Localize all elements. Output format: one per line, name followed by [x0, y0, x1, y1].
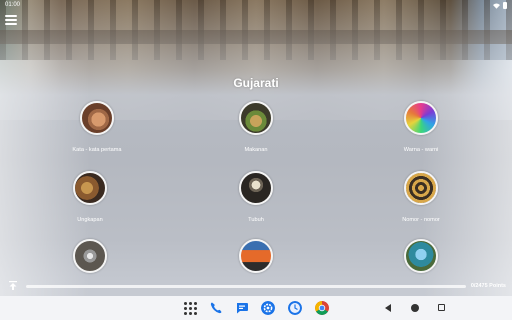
phone-icon[interactable]	[209, 301, 223, 315]
category-body[interactable]: Tubuh	[206, 171, 306, 223]
back-icon[interactable]	[385, 304, 391, 312]
chrome-icon[interactable]	[315, 301, 329, 315]
category-item[interactable]	[40, 239, 140, 273]
upload-icon[interactable]	[9, 281, 17, 290]
battery-icon	[503, 2, 507, 9]
category-label: Ungkapan	[77, 217, 103, 223]
category-food[interactable]: Makanan	[206, 101, 306, 153]
child-face-photo-icon	[80, 101, 114, 135]
numbers-photo-icon	[404, 171, 438, 205]
category-photo-icon	[239, 239, 273, 273]
wifi-icon	[493, 3, 500, 9]
category-item[interactable]	[371, 239, 471, 273]
page-title: Gujarati	[233, 76, 279, 90]
points-progress-bar	[26, 285, 466, 288]
points-counter: 0/2475 Points	[470, 283, 506, 289]
home-icon[interactable]	[411, 304, 419, 312]
taskbar	[0, 296, 512, 320]
category-label: Warna - warni	[403, 147, 439, 153]
category-photo-icon	[404, 239, 438, 273]
food-photo-icon	[239, 101, 273, 135]
category-label: Nomor - nomor	[402, 217, 440, 223]
category-label: Tubuh	[248, 217, 264, 223]
category-first-words[interactable]: Kata - kata pertama	[47, 101, 147, 153]
category-label: Makanan	[244, 147, 268, 153]
category-item[interactable]	[206, 239, 306, 273]
app-drawer-icon[interactable]	[183, 301, 197, 315]
phrases-photo-icon	[73, 171, 107, 205]
menu-button[interactable]	[5, 15, 17, 25]
status-icons	[493, 2, 507, 9]
clock-icon[interactable]	[288, 301, 302, 315]
status-bar: 01:00	[0, 0, 512, 12]
category-phrases[interactable]: Ungkapan	[40, 171, 140, 223]
colors-photo-icon	[404, 101, 438, 135]
skeleton-photo-icon	[239, 171, 273, 205]
category-numbers[interactable]: Nomor - nomor	[371, 171, 471, 223]
category-label: Kata - kata pertama	[72, 147, 122, 153]
category-colors[interactable]: Warna - warni	[371, 101, 471, 153]
messages-icon[interactable]	[235, 301, 249, 315]
recents-icon[interactable]	[438, 304, 445, 311]
settings-icon[interactable]	[261, 301, 275, 315]
status-time: 01:00	[5, 2, 21, 8]
category-photo-icon	[73, 239, 107, 273]
